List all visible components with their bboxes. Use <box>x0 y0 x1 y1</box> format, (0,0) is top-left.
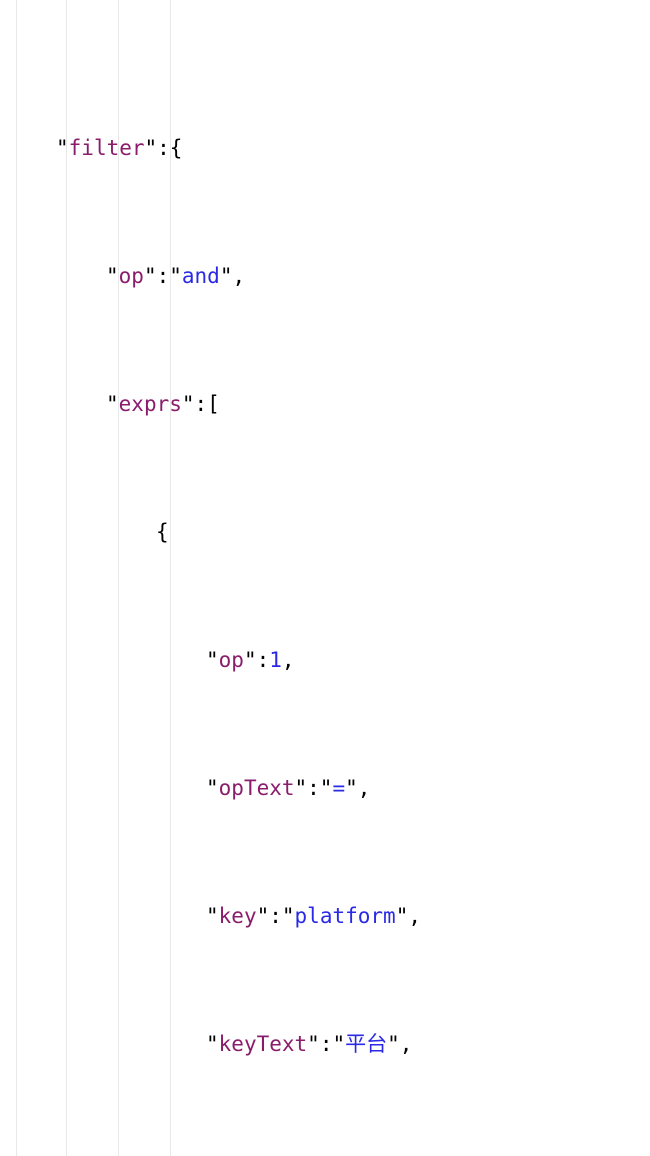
indent-guides <box>0 0 51 1156</box>
code-editor[interactable]: "filter":{ "op":"and", "exprs":[ { "op":… <box>0 0 650 1156</box>
json-string: = <box>332 776 345 800</box>
json-string: 平台 <box>345 1032 387 1056</box>
json-key: filter <box>69 136 145 160</box>
json-key: opText <box>219 776 295 800</box>
code-line: "key":"platform", <box>56 900 650 932</box>
code-line: "opText":"=", <box>56 772 650 804</box>
code-line: "op":1, <box>56 644 650 676</box>
code-line: "op":"and", <box>56 260 650 292</box>
json-key: exprs <box>119 392 182 416</box>
json-key: op <box>119 264 144 288</box>
code-line: { <box>56 516 650 548</box>
json-key: key <box>219 904 257 928</box>
json-key: op <box>219 648 244 672</box>
code-line: "filter":{ <box>56 132 650 164</box>
json-string: and <box>182 264 220 288</box>
code-line: "keyText":"平台", <box>56 1028 650 1060</box>
json-string: platform <box>295 904 396 928</box>
json-key: keyText <box>219 1032 308 1056</box>
code-line: "exprs":[ <box>56 388 650 420</box>
json-number: 1 <box>269 648 282 672</box>
